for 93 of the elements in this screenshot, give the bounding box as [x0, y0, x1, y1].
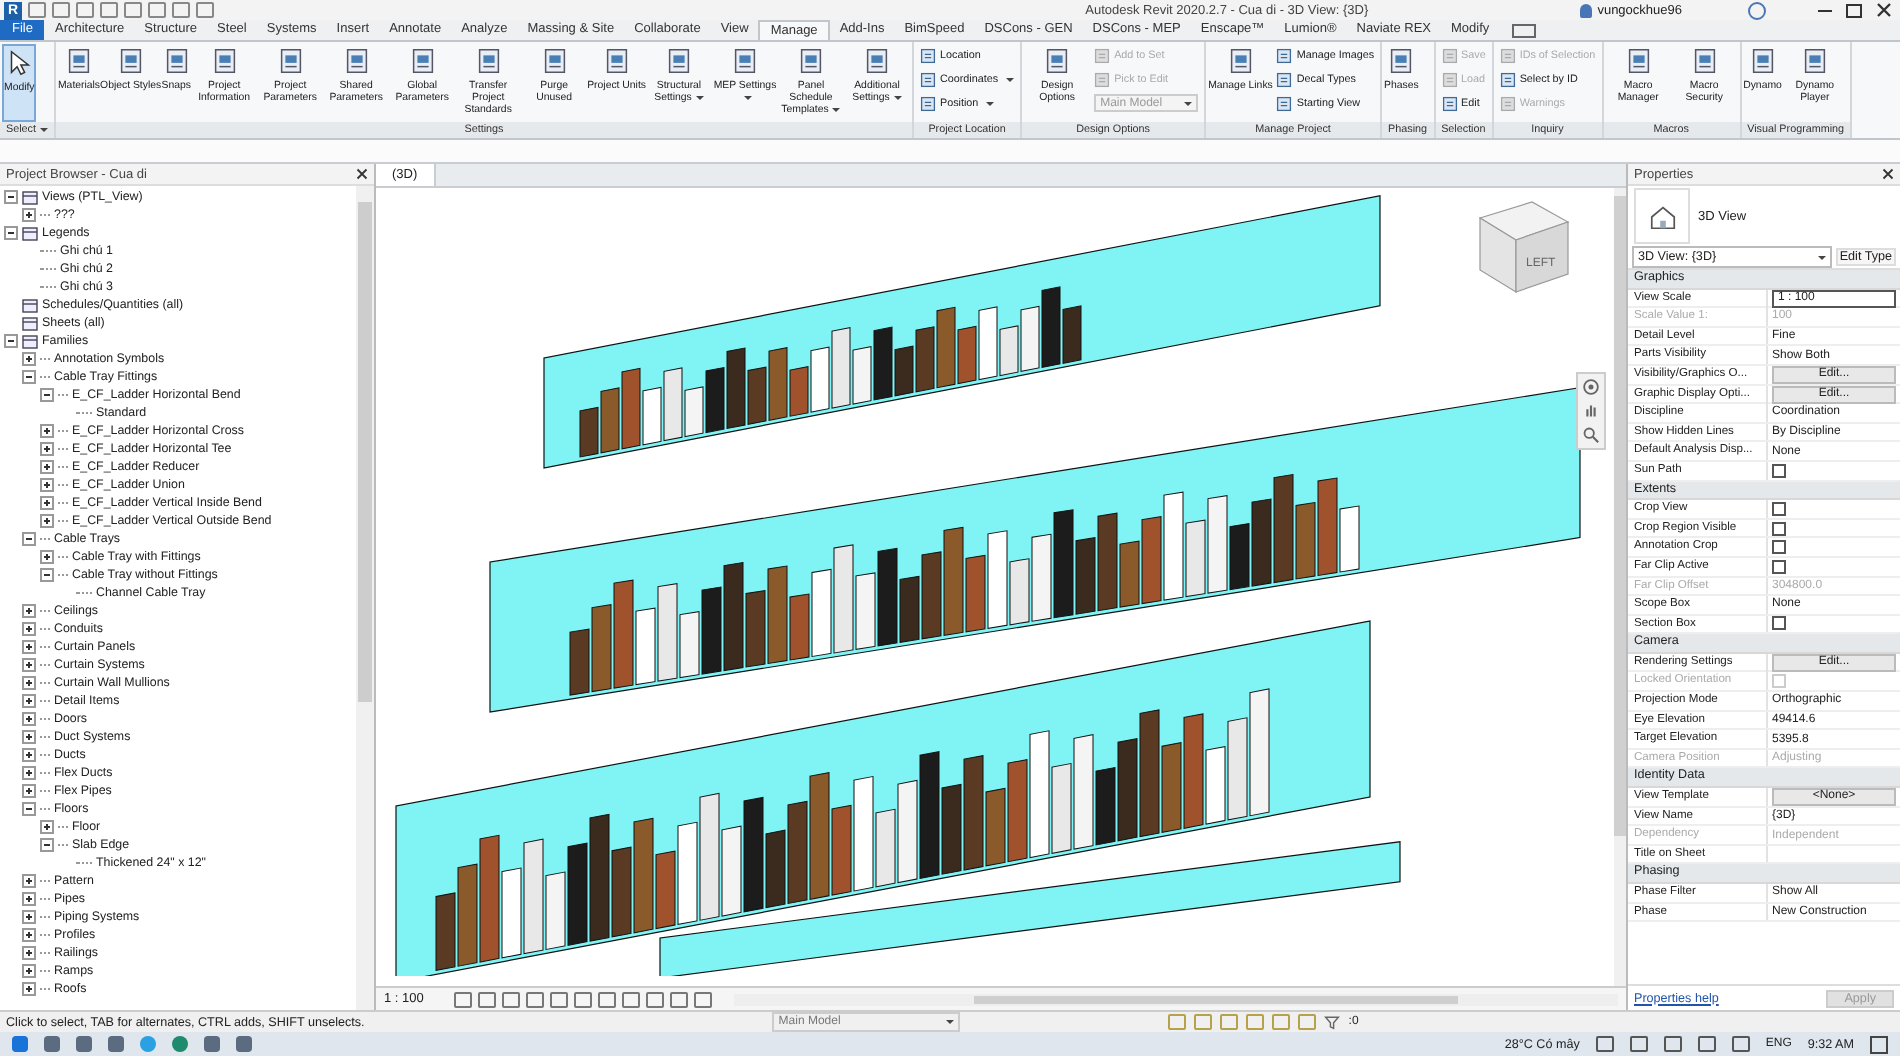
- expand-toggle[interactable]: [22, 676, 36, 690]
- expand-toggle[interactable]: [22, 208, 36, 222]
- close-icon[interactable]: [1882, 168, 1894, 180]
- expand-toggle[interactable]: [22, 658, 36, 672]
- expand-toggle[interactable]: [22, 874, 36, 888]
- document-icon: [1747, 46, 1778, 76]
- document-icon: [115, 46, 146, 76]
- document-icon: [1499, 48, 1516, 64]
- expand-toggle[interactable]: [22, 640, 36, 654]
- expand-toggle[interactable]: [22, 730, 36, 744]
- document-icon: [730, 46, 760, 76]
- expand-toggle[interactable]: [40, 442, 54, 456]
- folder-icon: [22, 189, 38, 205]
- scrollbar[interactable]: [356, 186, 374, 1010]
- expand-toggle[interactable]: [4, 226, 18, 240]
- checkbox[interactable]: [1772, 501, 1786, 516]
- checkbox[interactable]: [1772, 616, 1786, 631]
- document-icon: [664, 46, 694, 76]
- notification-icon[interactable]: [1870, 1035, 1888, 1053]
- filter-icon[interactable]: [1324, 1014, 1341, 1030]
- expand-toggle[interactable]: [22, 784, 36, 798]
- expand-toggle[interactable]: [40, 424, 54, 438]
- expand-toggle[interactable]: [22, 982, 36, 996]
- document-icon: [920, 72, 936, 88]
- expand-toggle[interactable]: [22, 604, 36, 618]
- expand-toggle[interactable]: [22, 352, 36, 366]
- expand-toggle[interactable]: [40, 820, 54, 834]
- document-icon: [161, 46, 192, 76]
- expand-toggle[interactable]: [40, 838, 54, 852]
- document-icon: [796, 46, 826, 76]
- document-icon: [539, 46, 570, 76]
- document-icon: [1623, 46, 1654, 76]
- expand-toggle[interactable]: [22, 910, 36, 924]
- expand-toggle[interactable]: [40, 514, 54, 528]
- checkbox[interactable]: [1772, 540, 1786, 555]
- expand-toggle[interactable]: [40, 496, 54, 510]
- document-icon: [1225, 46, 1256, 76]
- document-icon: [1276, 72, 1293, 88]
- document-icon: [1499, 72, 1516, 88]
- expand-toggle[interactable]: [22, 766, 36, 780]
- document-icon: [1441, 72, 1458, 88]
- document-icon: [209, 46, 240, 76]
- expand-toggle[interactable]: [4, 334, 18, 348]
- document-icon: [1689, 46, 1720, 76]
- document-icon: [1042, 46, 1073, 76]
- document-icon: [1441, 48, 1458, 64]
- expand-toggle[interactable]: [40, 550, 54, 564]
- expand-toggle[interactable]: [22, 622, 36, 636]
- document-icon: [1386, 46, 1417, 76]
- scrollbar[interactable]: [733, 993, 1618, 1005]
- document-icon: [1441, 96, 1458, 112]
- document-icon: [341, 46, 372, 76]
- checkbox[interactable]: [1772, 463, 1786, 478]
- expand-toggle[interactable]: [40, 478, 54, 492]
- expand-toggle[interactable]: [40, 388, 54, 402]
- restore-icon[interactable]: [1842, 1, 1866, 19]
- document-icon: [601, 46, 632, 76]
- close-icon[interactable]: [356, 168, 368, 180]
- document-icon: [1276, 48, 1293, 64]
- expand-toggle[interactable]: [22, 892, 36, 906]
- zoom-icon[interactable]: [1582, 426, 1600, 444]
- steering-wheel-icon[interactable]: [1582, 378, 1600, 396]
- document-icon: [920, 96, 936, 112]
- user-icon[interactable]: [1579, 3, 1592, 17]
- expand-toggle[interactable]: [22, 532, 36, 546]
- document-icon: [920, 48, 936, 64]
- expand-toggle[interactable]: [4, 190, 18, 204]
- house-icon: [1647, 201, 1677, 231]
- document-icon: [1094, 48, 1111, 64]
- checkbox[interactable]: [1772, 559, 1786, 574]
- expand-toggle[interactable]: [22, 694, 36, 708]
- document-icon: [473, 46, 504, 76]
- folder-icon: [22, 225, 38, 241]
- document-icon: [407, 46, 438, 76]
- expand-toggle[interactable]: [40, 460, 54, 474]
- expand-toggle[interactable]: [22, 946, 36, 960]
- expand-toggle[interactable]: [22, 964, 36, 978]
- document-icon: [1094, 72, 1111, 88]
- close-icon[interactable]: [1872, 1, 1896, 19]
- document-icon: [275, 46, 306, 76]
- document-icon: [1499, 96, 1516, 112]
- document-icon: [862, 46, 892, 76]
- document-icon: [1799, 46, 1830, 76]
- checkbox[interactable]: [1772, 521, 1786, 536]
- expand-toggle[interactable]: [22, 370, 36, 384]
- document-icon: [64, 46, 94, 76]
- expand-toggle[interactable]: [22, 748, 36, 762]
- expand-toggle[interactable]: [22, 802, 36, 816]
- document-icon: [1276, 96, 1293, 112]
- expand-toggle[interactable]: [22, 712, 36, 726]
- scrollbar[interactable]: [1614, 188, 1626, 986]
- expand-toggle[interactable]: [40, 568, 54, 582]
- expand-toggle[interactable]: [22, 928, 36, 942]
